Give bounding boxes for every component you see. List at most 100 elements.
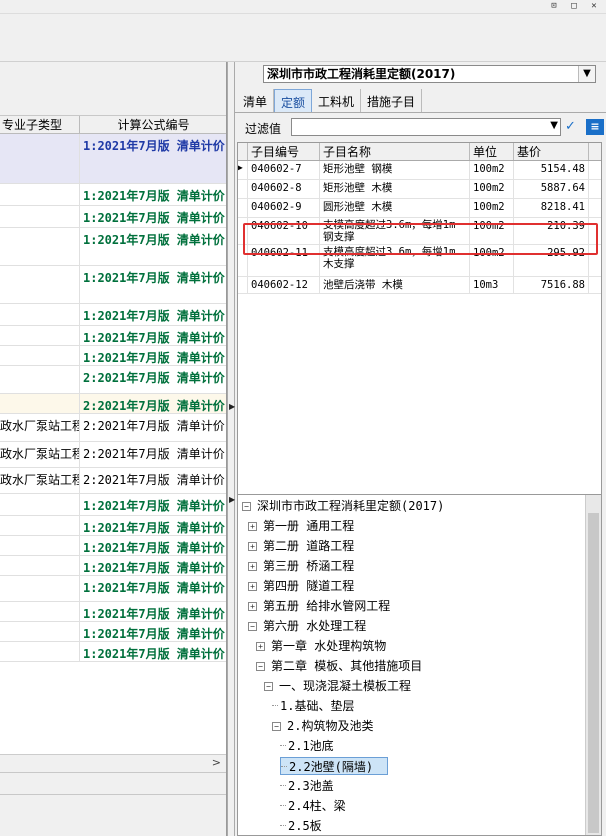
chevron-down-icon[interactable]: ▼ — [550, 120, 558, 131]
table-row[interactable]: 2:2021年7月版 清单计价 — [0, 394, 226, 414]
cell-unit: 100m2 — [470, 161, 514, 179]
restore-icon[interactable]: ⊡ — [546, 0, 562, 12]
cell-formula: 2:2021年7月版 清单计价 i — [83, 447, 227, 461]
tree-node[interactable]: 2.4柱、梁 — [280, 797, 346, 815]
left-horizontal-scrollbar[interactable]: > — [0, 754, 226, 772]
cell-subtype — [0, 576, 80, 601]
cell-subtype — [0, 228, 80, 265]
tab-0[interactable]: 清单 — [237, 89, 275, 112]
tab-2[interactable]: 工料机 — [312, 89, 362, 112]
table-row[interactable]: 1:2021年7月版 清单计价 — [0, 516, 226, 536]
quota-items-grid: 子目编号 子目名称 单位 基价 ▶ 040602-7 矩形池壁 钢模 100m2 515… — [237, 142, 602, 497]
tree-node[interactable]: − 第六册 水处理工程 — [248, 617, 366, 635]
tree-scrollbar-thumb[interactable] — [588, 513, 599, 833]
table-row[interactable]: 040602-12 池壁后浇带 木模 10m3 7516.88 — [238, 277, 601, 294]
tree-node[interactable]: 2.1池底 — [280, 737, 334, 755]
cell-code: 040602-9 — [248, 199, 320, 217]
expand-icon[interactable]: + — [248, 602, 257, 611]
expand-icon[interactable]: + — [248, 522, 257, 531]
scroll-right-icon[interactable]: > — [212, 756, 221, 769]
table-row[interactable]: 1:2021年7月版 清单计价 — [0, 326, 226, 346]
close-icon[interactable]: ✕ — [586, 0, 602, 12]
table-row[interactable]: 1:2021年7月版 清单计价 — [0, 536, 226, 556]
column-header-subtype[interactable]: 专业子类型 — [0, 116, 80, 133]
tree-node[interactable]: + 第二册 道路工程 — [248, 537, 354, 555]
tree-node-label: 2.构筑物及池类 — [287, 719, 374, 733]
tree-node[interactable]: + 第四册 隧道工程 — [248, 577, 354, 595]
cell-name: 矩形池壁 木模 — [320, 180, 470, 198]
tab-3[interactable]: 措施子目 — [361, 89, 423, 112]
table-row[interactable]: 040602-9 圆形池壁 木模 100m2 8218.41 — [238, 199, 601, 218]
tree-node[interactable]: − 第二章 模板、其他措施项目 — [256, 657, 422, 675]
cell-subtype: 政水厂泵站工程 — [0, 442, 80, 467]
tree-node[interactable]: + 第三册 桥涵工程 — [248, 557, 354, 575]
tab-bar: 清单 定额 工料机 措施子目 — [235, 89, 606, 113]
table-row[interactable]: 1:2021年7月版 清单计价 — [0, 228, 226, 266]
filter-options-icon[interactable]: ≡ — [586, 119, 604, 135]
quota-database-select[interactable]: 深圳市市政工程消耗里定额(2017) ▼ — [263, 65, 596, 83]
highlight-annotation-box — [243, 223, 598, 255]
cell-formula: 1:2021年7月版 清单计价 — [83, 233, 225, 247]
column-header-formula[interactable]: 计算公式编号 — [80, 116, 226, 133]
table-row[interactable]: 1:2021年7月版 清单计价 — [0, 346, 226, 366]
tree-node[interactable]: + 第一册 通用工程 — [248, 517, 354, 535]
cell-formula: 1:2021年7月版 清单计价 — [83, 607, 225, 621]
table-row[interactable]: 政水厂泵站工程 2:2021年7月版 清单计价 i — [0, 442, 227, 468]
tree-node[interactable]: + 第一章 水处理构筑物 — [256, 637, 386, 655]
collapse-icon[interactable]: − — [248, 622, 257, 631]
expand-icon[interactable]: + — [256, 642, 265, 651]
tree-node-label: 1.基础、垫层 — [280, 699, 355, 713]
expand-icon[interactable]: + — [248, 562, 257, 571]
collapse-icon[interactable]: − — [242, 502, 251, 511]
filter-icon[interactable]: ✓ — [565, 119, 583, 135]
cell-subtype — [0, 556, 80, 575]
cell-formula: 2:2021年7月版 清单计价 i — [83, 473, 227, 487]
expand-icon[interactable]: + — [248, 582, 257, 591]
tree-node-label: 2.4柱、梁 — [288, 799, 346, 813]
table-row[interactable]: 1:2021年7月版 清单计价 — [0, 206, 226, 228]
table-row[interactable]: 1:2021年7月版 清单计价 — [0, 304, 226, 326]
table-row[interactable]: 1:2021年7月版 清单计价 — [0, 556, 226, 576]
filter-input[interactable]: ▼ — [291, 118, 561, 136]
table-row[interactable]: 1:2021年7月版 清单计价 — [0, 602, 226, 622]
tree-connector — [280, 785, 286, 786]
cell-subtype — [0, 642, 80, 661]
tree-vertical-scrollbar[interactable] — [585, 495, 601, 835]
collapse-icon[interactable]: − — [256, 662, 265, 671]
cell-formula: 1:2021年7月版 清单计价 — [83, 541, 225, 555]
grid-header-price[interactable]: 基价 — [514, 143, 589, 160]
tree-node[interactable]: −2.构筑物及池类 — [272, 717, 373, 735]
grid-header-name[interactable]: 子目名称 — [320, 143, 470, 160]
tree-node[interactable]: − 一、现浇混凝土模板工程 — [264, 677, 411, 695]
table-row[interactable]: 1:2021年7月版 清单计价 — [0, 494, 226, 516]
collapse-icon[interactable]: − — [264, 682, 273, 691]
grid-header-code[interactable]: 子目编号 — [248, 143, 320, 160]
tree-node[interactable]: 2.2池壁(隔墙) — [280, 757, 389, 775]
tree-node[interactable]: + 第五册 给排水管网工程 — [248, 597, 390, 615]
tree-node[interactable]: − 深圳市市政工程消耗里定额(2017) — [242, 497, 444, 515]
cell-name: 池壁后浇带 木模 — [320, 277, 470, 293]
table-row[interactable]: 1:2021年7月版 清单计价 — [0, 576, 226, 602]
table-row[interactable]: ▶ 040602-7 矩形池壁 钢模 100m2 5154.48 — [238, 161, 601, 180]
collapse-icon[interactable]: − — [272, 722, 281, 731]
table-row[interactable]: 1:2021年7月版 清单计价 — [0, 184, 226, 206]
tree-node[interactable]: 1.基础、垫层 — [272, 697, 354, 715]
chevron-down-icon[interactable]: ▼ — [578, 66, 595, 82]
maximize-icon[interactable]: □ — [566, 0, 582, 12]
expand-icon[interactable]: + — [248, 542, 257, 551]
table-row[interactable]: 1:2021年7月版 清单计价 — [0, 622, 226, 642]
table-row[interactable]: 1:2021年7月版 清单计价 — [0, 134, 226, 184]
cell-price: 7516.88 — [514, 277, 589, 293]
table-row[interactable]: 1:2021年7月版 清单计价 — [0, 266, 226, 304]
table-row[interactable]: 040602-8 矩形池壁 木模 100m2 5887.64 — [238, 180, 601, 199]
table-row[interactable]: 2:2021年7月版 清单计价 — [0, 366, 226, 394]
tree-node-label: 第六册 水处理工程 — [263, 619, 367, 633]
grid-header-unit[interactable]: 单位 — [470, 143, 514, 160]
table-row[interactable]: 1:2021年7月版 清单计价 — [0, 642, 226, 662]
tree-node[interactable]: 2.5板 — [280, 817, 322, 835]
table-row[interactable]: 政水厂泵站工程 2:2021年7月版 清单计价 i — [0, 468, 227, 494]
panel-splitter[interactable]: ▶ ▶ — [227, 62, 235, 836]
tree-node[interactable]: 2.3池盖 — [280, 777, 334, 795]
tab-1[interactable]: 定额 — [274, 89, 313, 112]
table-row[interactable]: 政水厂泵站工程 2:2021年7月版 清单计价 i — [0, 414, 226, 442]
